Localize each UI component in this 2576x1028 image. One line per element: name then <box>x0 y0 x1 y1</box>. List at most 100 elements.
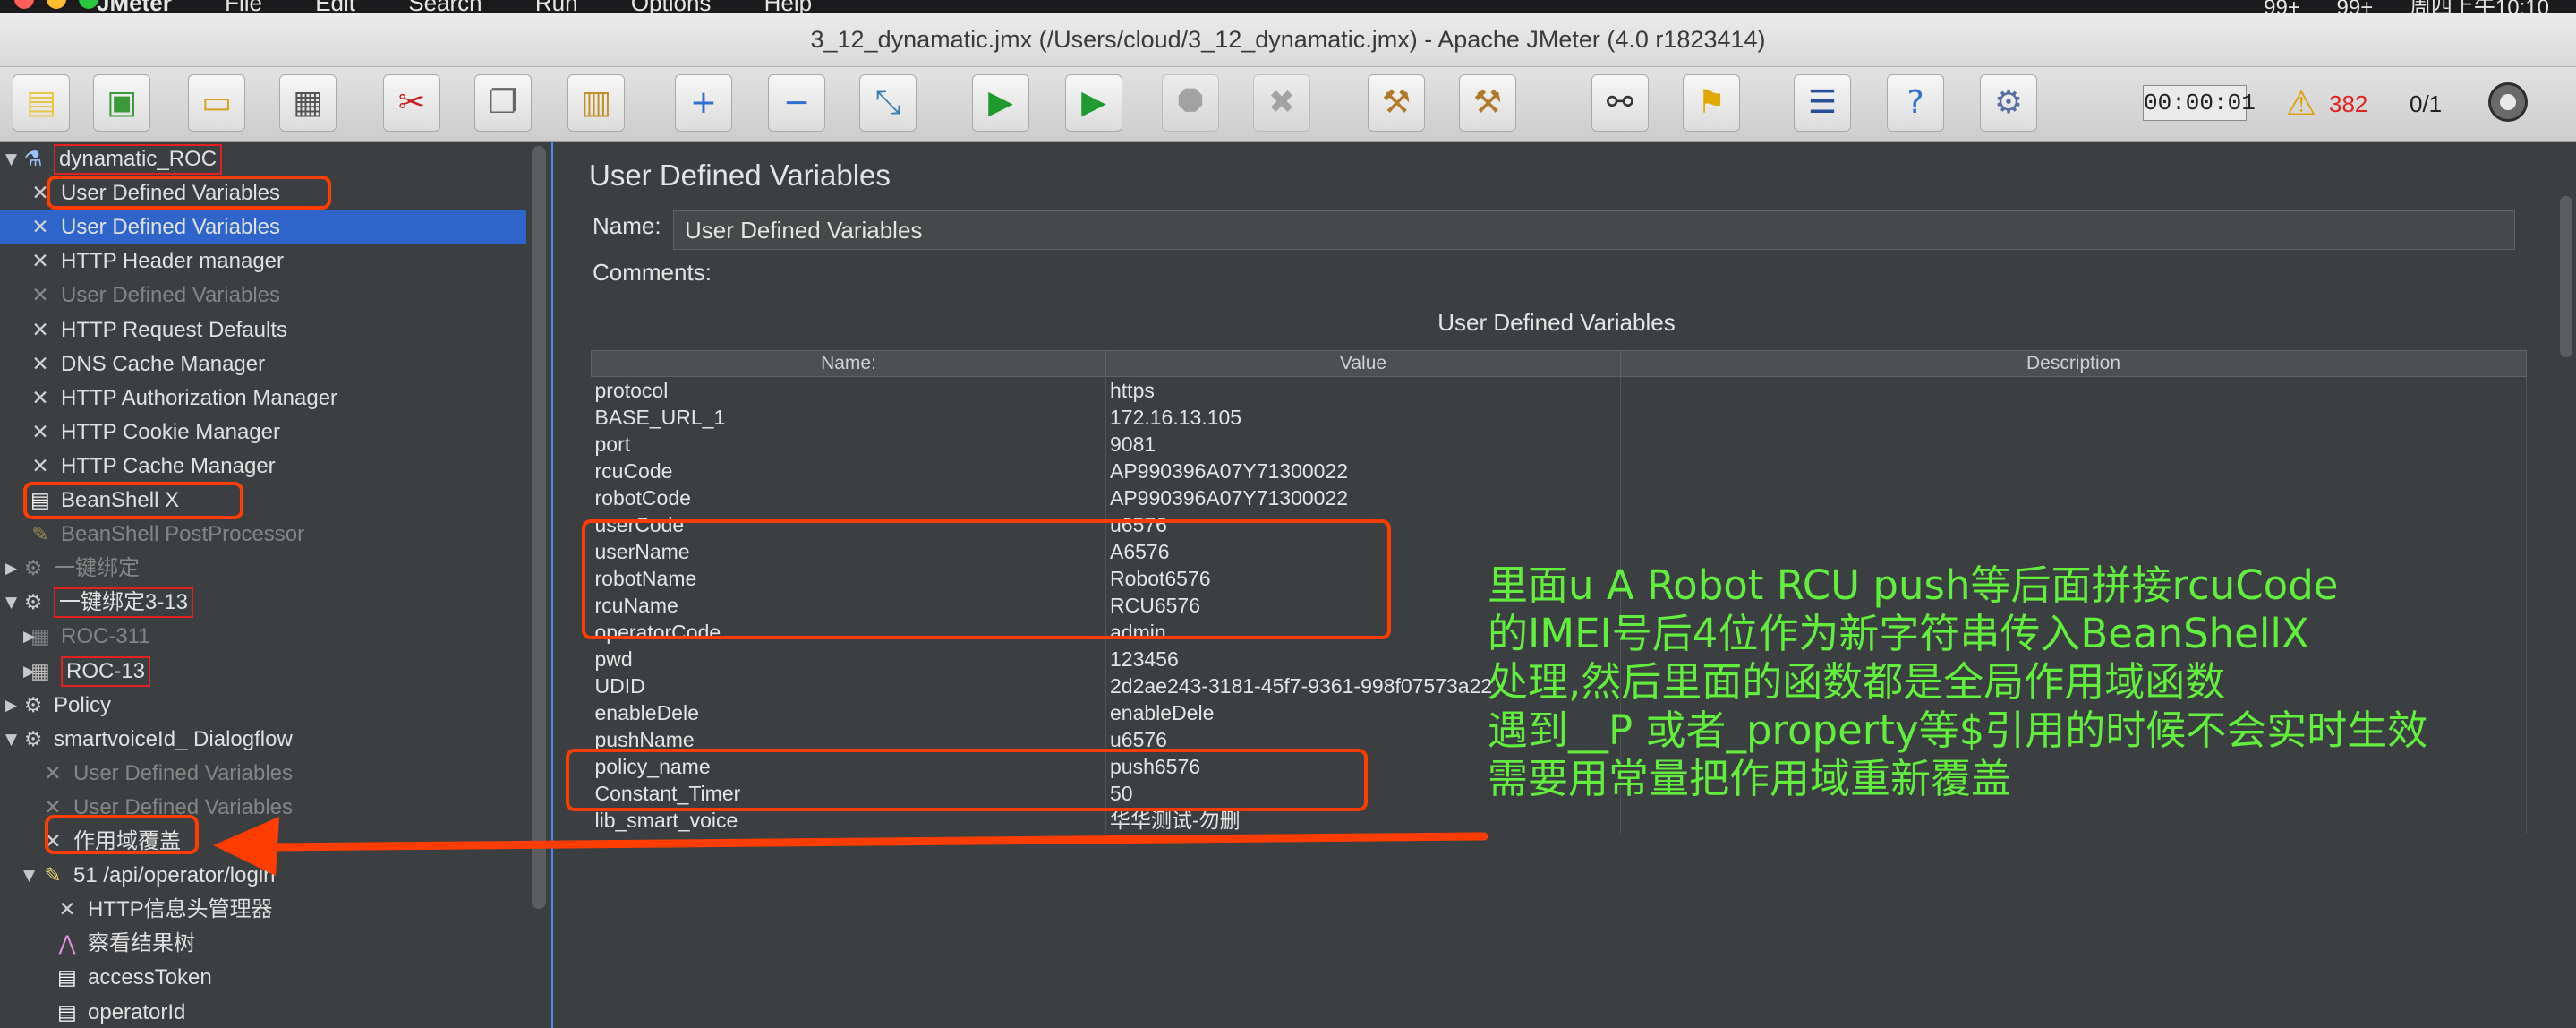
collapsed-arrow-icon[interactable]: ▶ <box>5 552 20 586</box>
var-name-cell[interactable]: policy_name <box>591 753 1106 780</box>
var-description-cell[interactable] <box>1620 511 2527 538</box>
paste-button[interactable]: ▥ <box>567 74 625 132</box>
var-name-cell[interactable]: rcuName <box>591 592 1106 619</box>
collapsed-arrow-icon[interactable]: ▶ <box>5 689 20 723</box>
tree-node[interactable]: ✕ HTTP Authorization Manager <box>0 381 526 415</box>
var-value-cell[interactable]: https <box>1105 376 1621 404</box>
var-description-cell[interactable] <box>1620 376 2527 404</box>
table-row[interactable]: userCode u6576 <box>591 511 2527 538</box>
reset-search-button[interactable]: ⚑ <box>1683 74 1740 132</box>
log-viewer-icon[interactable] <box>2488 82 2528 122</box>
table-row[interactable]: protocol https <box>591 376 2527 404</box>
var-description-cell[interactable] <box>1620 404 2527 431</box>
save-button[interactable]: ▦ <box>279 74 337 132</box>
open-button[interactable]: ▭ <box>188 74 245 132</box>
column-header-name[interactable]: Name: <box>591 350 1106 377</box>
status-badge[interactable]: 99+ <box>2264 0 2300 13</box>
tree-node[interactable]: ▤ operatorId <box>0 996 526 1028</box>
expanded-arrow-icon[interactable]: ▼ <box>5 586 20 620</box>
var-name-cell[interactable]: pwd <box>591 646 1106 672</box>
menu-run[interactable]: Run <box>535 0 578 13</box>
var-description-cell[interactable] <box>1620 807 2527 834</box>
var-name-cell[interactable]: lib_smart_voice <box>591 807 1106 834</box>
tree-scrollbar[interactable] <box>526 142 551 1028</box>
stop-button[interactable]: ⯃ <box>1162 74 1219 132</box>
shutdown-button[interactable]: ✖ <box>1253 74 1310 132</box>
templates-button[interactable]: ▣ <box>93 74 150 132</box>
help-button[interactable]: ? <box>1887 74 1944 132</box>
menu-search[interactable]: Search <box>408 0 482 13</box>
var-description-cell[interactable] <box>1620 431 2527 458</box>
tree-node[interactable]: ✕ User Defined Variables <box>0 210 526 245</box>
var-name-cell[interactable]: enableDele <box>591 699 1106 726</box>
var-name-cell[interactable]: BASE_URL_1 <box>591 404 1106 431</box>
tree-node[interactable]: ▶ ▦ ROC-311 <box>0 620 526 654</box>
tree-node[interactable]: ▶ ▦ ROC-13 <box>0 655 526 689</box>
var-name-cell[interactable]: userName <box>591 538 1106 565</box>
clear-button[interactable]: ⚒ <box>1368 74 1425 132</box>
menu-app[interactable]: JMeter <box>97 0 172 13</box>
var-name-cell[interactable]: Constant_Timer <box>591 780 1106 807</box>
search-button[interactable]: ⚯ <box>1591 74 1649 132</box>
tree-node[interactable]: ✕ User Defined Variables <box>0 791 526 825</box>
table-row[interactable]: rcuCode AP990396A07Y71300022 <box>591 458 2527 484</box>
tree-node[interactable]: ▶ ⚙ 一键绑定 <box>0 552 526 586</box>
var-value-cell[interactable]: 华华测试-勿删 <box>1105 807 1621 834</box>
menu-options[interactable]: Options <box>631 0 712 13</box>
menu-file[interactable]: File <box>225 0 262 13</box>
zoom-window-button[interactable] <box>79 0 98 9</box>
tree-node[interactable]: ✕ HTTP Request Defaults <box>0 313 526 347</box>
tree-scrollbar-thumb[interactable] <box>532 146 546 909</box>
clear-all-button[interactable]: ⚒ <box>1459 74 1516 132</box>
toggle-button[interactable]: ⤡ <box>859 74 917 132</box>
function-helper-button[interactable]: ☰ <box>1794 74 1851 132</box>
var-name-cell[interactable]: userCode <box>591 511 1106 538</box>
var-name-cell[interactable]: pushName <box>591 726 1106 753</box>
var-description-cell[interactable] <box>1620 458 2527 484</box>
panel-scrollbar-thumb[interactable] <box>2560 196 2572 357</box>
tree-node[interactable]: ✕ DNS Cache Manager <box>0 347 526 381</box>
start-no-pauses-button[interactable]: ▶ <box>1065 74 1122 132</box>
start-button[interactable]: ▶ <box>972 74 1029 132</box>
column-header-value[interactable]: Value <box>1105 350 1621 377</box>
expanded-arrow-icon[interactable]: ▼ <box>5 142 20 176</box>
tree-node[interactable]: ▤ accessToken <box>0 961 526 995</box>
tree-node[interactable]: ▼ ✎ 51 /api/operator/login <box>0 859 526 893</box>
var-name-cell[interactable]: robotCode <box>591 484 1106 511</box>
var-value-cell[interactable]: AP990396A07Y71300022 <box>1105 458 1621 484</box>
minimize-window-button[interactable] <box>47 0 66 9</box>
tree-node[interactable]: ✕ HTTP信息头管理器 <box>0 893 526 927</box>
var-name-cell[interactable]: protocol <box>591 376 1106 404</box>
table-row[interactable]: port 9081 <box>591 431 2527 458</box>
var-description-cell[interactable] <box>1620 484 2527 511</box>
var-value-cell[interactable]: 9081 <box>1105 431 1621 458</box>
tree-node[interactable]: ✎ BeanShell PostProcessor <box>0 518 526 552</box>
tree-node[interactable]: ✕ User Defined Variables <box>0 176 526 210</box>
status-badge[interactable]: 99+ <box>2337 0 2374 13</box>
tree-node[interactable]: ▼ ⚗ dynamatic_ROC <box>0 142 526 176</box>
tree-node[interactable]: ✕ HTTP Header manager <box>0 244 526 278</box>
panel-scrollbar[interactable] <box>2556 142 2576 1028</box>
var-name-cell[interactable]: robotName <box>591 565 1106 592</box>
table-row[interactable]: lib_smart_voice 华华测试-勿删 <box>591 807 2527 834</box>
tree-node[interactable]: ✕ 作用域覆盖 <box>0 825 526 859</box>
remote-button[interactable]: ⚙ <box>1980 74 2037 132</box>
tree-node[interactable]: ✕ HTTP Cookie Manager <box>0 415 526 450</box>
cut-button[interactable]: ✂ <box>383 74 440 132</box>
var-name-cell[interactable]: operatorCode <box>591 619 1106 646</box>
panel-splitter[interactable] <box>551 142 587 1028</box>
var-name-cell[interactable]: rcuCode <box>591 458 1106 484</box>
expanded-arrow-icon[interactable]: ▼ <box>23 859 38 893</box>
close-window-button[interactable] <box>14 0 34 9</box>
tree-node[interactable]: ▼ ⚙ smartvoiceId_ Dialogflow <box>0 723 526 757</box>
name-field[interactable]: User Defined Variables <box>673 210 2515 250</box>
warning-icon[interactable]: ⚠ <box>2286 83 2316 123</box>
tree-node[interactable]: ▼ ⚙ 一键绑定3-13 <box>0 586 526 620</box>
table-row[interactable]: BASE_URL_1 172.16.13.105 <box>591 404 2527 431</box>
test-plan-tree[interactable]: ▼ ⚗ dynamatic_ROC ✕ User Defined Variables ✕ U… <box>0 142 526 1028</box>
expand-button[interactable]: + <box>675 74 732 132</box>
comments-field[interactable] <box>721 255 2515 291</box>
collapse-button[interactable]: − <box>768 74 825 132</box>
column-header-description[interactable]: Description <box>1620 350 2527 377</box>
menu-edit[interactable]: Edit <box>315 0 355 13</box>
